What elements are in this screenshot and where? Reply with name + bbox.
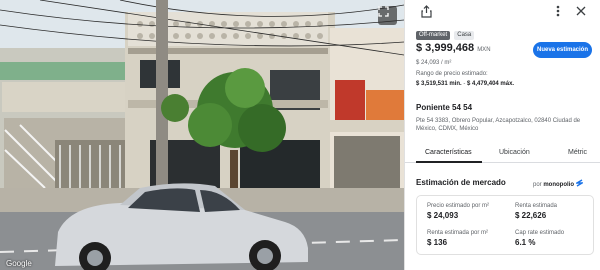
expand-icon — [378, 6, 389, 17]
estimated-price: $ 3,999,468 MXN — [416, 42, 491, 54]
monopolio-logo-icon — [574, 179, 585, 187]
street-view-photo[interactable]: Google — [0, 0, 404, 270]
more-vert-icon — [556, 5, 560, 17]
stat-cap-rate: Cap rate estimado 6.1 % — [515, 230, 564, 247]
google-watermark: Google — [6, 259, 32, 268]
tag-property-type: Casa — [454, 31, 475, 40]
market-estimate-title: Estimación de mercado — [416, 178, 506, 187]
price-range-label: Rango de precio estimado: — [416, 71, 488, 77]
listing-tags: Off-market Casa — [416, 31, 475, 40]
price-per-m2: $ 24,093 / m² — [416, 60, 452, 66]
share-icon — [420, 4, 432, 18]
stat-label: Precio estimado por m² — [427, 203, 490, 209]
full-address: Pte 54 3383, Obrero Popular, Azcapotzalc… — [416, 118, 581, 132]
tab-ubicacion[interactable]: Ubicación — [499, 149, 530, 156]
stat-price-per-m2: Precio estimado por m² $ 24,093 — [427, 203, 489, 220]
stat-value: $ 22,626 — [515, 211, 547, 220]
panel-topbar — [405, 0, 600, 22]
share-button[interactable] — [419, 4, 433, 18]
expand-button[interactable] — [378, 6, 397, 25]
stat-value: $ 24,093 — [427, 211, 459, 220]
stat-label: Renta estimada por m² — [427, 230, 489, 236]
provider-by-label: por — [533, 182, 542, 188]
property-panel: Off-market Casa $ 3,999,468 MXN Nueva es… — [404, 0, 600, 270]
street-name: Poniente 54 54 — [416, 103, 473, 112]
provider-brand: monopolio — [543, 182, 575, 188]
stat-rent: Renta estimada $ 22,626 — [515, 203, 557, 220]
price-range-max: $ 4,479,404 máx. — [467, 81, 515, 87]
provider-attribution: por monopolio — [533, 179, 585, 188]
stat-label: Renta estimada — [515, 203, 558, 209]
more-options-button[interactable] — [551, 4, 565, 18]
market-stats-card: Precio estimado por m² $ 24,093 Renta es… — [416, 195, 594, 255]
active-tab-indicator — [416, 161, 482, 163]
tab-metricas[interactable]: Métric — [568, 149, 587, 156]
price-value: $ 3,999,468 — [416, 42, 475, 54]
new-estimate-button[interactable]: Nueva estimación — [533, 42, 592, 58]
stat-value: 6.1 % — [515, 238, 536, 247]
price-currency: MXN — [477, 47, 491, 53]
tag-off-market: Off-market — [416, 31, 451, 40]
stat-rent-per-m2: Renta estimada por m² $ 136 — [427, 230, 488, 247]
detail-tabs: Características Ubicación Métric — [405, 143, 600, 163]
price-range-value: $ 3,519,531 min. - $ 4,479,404 máx. — [416, 81, 514, 87]
tab-caracteristicas[interactable]: Características — [425, 149, 472, 156]
close-icon — [576, 6, 586, 16]
close-button[interactable] — [574, 4, 588, 18]
stat-value: $ 136 — [427, 238, 448, 247]
street-scene — [0, 0, 404, 270]
price-range-separator: - — [463, 81, 466, 87]
stat-label: Cap rate estimado — [515, 230, 565, 236]
price-range-min: $ 3,519,531 min. — [416, 81, 462, 87]
